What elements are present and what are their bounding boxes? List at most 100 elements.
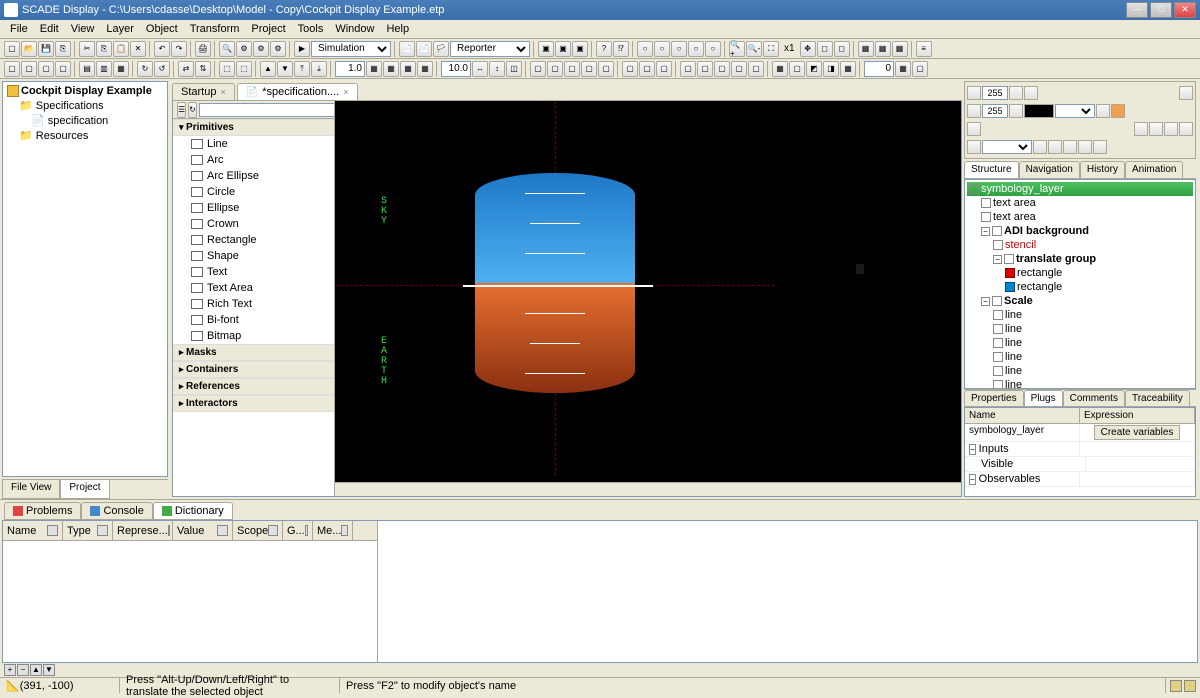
minimize-button[interactable]: — [1126,2,1148,18]
menu-object[interactable]: Object [140,21,184,37]
tb-grid-on-icon[interactable]: ▦ [895,61,911,77]
prim-group-masks[interactable]: Masks [173,344,334,361]
struct-line[interactable]: line [991,378,1193,389]
r-value[interactable] [982,86,1008,100]
project-tree[interactable]: Cockpit Display Example 📁 Specifications… [2,81,168,477]
struct-adi-background[interactable]: −ADI background [979,224,1193,238]
prim-text-area[interactable]: Text Area [173,280,334,296]
expand-icon[interactable]: − [981,297,990,306]
prim-shape[interactable]: Shape [173,248,334,264]
tb-sel-none-icon[interactable]: ▢ [789,61,805,77]
prim-bitmap[interactable]: Bitmap [173,328,334,344]
tb-rot2-icon[interactable]: ↺ [154,61,170,77]
expand-icon[interactable]: − [981,227,990,236]
tab-comments[interactable]: Comments [1063,390,1125,406]
tb-snap2-icon[interactable]: ▦ [383,61,399,77]
tb-misc5-icon[interactable]: ▢ [598,61,614,77]
prim-bi-font[interactable]: Bi-font [173,312,334,328]
filter-icon[interactable] [268,525,278,536]
tb-ungroup-icon[interactable]: ⬚ [236,61,252,77]
struct-rectangle[interactable]: rectangle [1003,266,1193,280]
line-tool-icon[interactable] [967,104,981,118]
status-icon-2[interactable] [1184,680,1196,692]
tb-win2-icon[interactable]: ▣ [555,41,571,57]
tb-snap1-icon[interactable]: ▦ [366,61,382,77]
struct-scale[interactable]: −Scale [979,294,1193,308]
add-button[interactable]: + [4,664,16,676]
tb-flip2-icon[interactable]: ⇅ [195,61,211,77]
tb-win1-icon[interactable]: ▣ [538,41,554,57]
tb-misc2-icon[interactable]: ▢ [547,61,563,77]
struct-symbology_layer[interactable]: symbology_layer [967,182,1193,196]
tree-root[interactable]: Cockpit Display Example [5,84,165,98]
canvas[interactable]: S K Y E A R T H [335,101,961,482]
tb-reporter-flag-icon[interactable]: 🏳 [433,41,449,57]
tb-zoomout-icon[interactable]: 🔍- [746,41,762,57]
tb-grid2-icon[interactable]: ▦ [875,41,891,57]
dict-col-name[interactable]: Name [3,521,63,540]
close-button[interactable]: ✕ [1174,2,1196,18]
fill-tool-icon[interactable] [967,122,981,136]
bold-icon[interactable] [1033,140,1047,154]
tb-delete-icon[interactable]: ✕ [130,41,146,57]
adi-instrument[interactable] [475,173,635,393]
tb-run-icon[interactable]: ▶ [294,41,310,57]
grid-input[interactable] [864,61,894,77]
tab-problems[interactable]: Problems [4,502,81,520]
fill-a-icon[interactable] [1134,122,1148,136]
tb-pan-icon[interactable]: ✥ [800,41,816,57]
color-tool2-icon[interactable] [1009,86,1023,100]
struct-stencil[interactable]: stencil [991,238,1193,252]
dict-col-value[interactable]: Value [173,521,233,540]
tb-misc3-icon[interactable]: ▢ [564,61,580,77]
prop-root[interactable]: symbology_layer [965,424,1080,441]
prim-line[interactable]: Line [173,136,334,152]
tb-sel2-icon[interactable]: ◻ [834,41,850,57]
prim-arc-ellipse[interactable]: Arc Ellipse [173,168,334,184]
tab-history[interactable]: History [1080,161,1125,178]
tb-obj3-icon[interactable]: ▢ [38,61,54,77]
prop-inputs[interactable]: −Inputs [965,442,1080,456]
tb-sel-inv-icon[interactable]: ◩ [806,61,822,77]
struct-text-area[interactable]: text area [979,196,1193,210]
g-value[interactable] [982,104,1008,118]
line-tool2-icon[interactable] [1009,104,1023,118]
tab-navigation[interactable]: Navigation [1019,161,1080,178]
filter-icon[interactable] [97,525,108,536]
tb-find-icon[interactable]: 🔍 [219,41,235,57]
tb-report2-icon[interactable]: 📄 [416,41,432,57]
tb-grid1-icon[interactable]: ▦ [858,41,874,57]
tb-flip1-icon[interactable]: ⇄ [178,61,194,77]
close-tab-icon[interactable]: × [220,87,225,97]
tb-misc12-icon[interactable]: ▢ [731,61,747,77]
tb-tool2-icon[interactable]: ⚙ [253,41,269,57]
tb-align3-icon[interactable]: ▦ [113,61,129,77]
menu-file[interactable]: File [4,21,34,37]
align-c-icon[interactable] [1078,140,1092,154]
tb-misc7-icon[interactable]: ▢ [639,61,655,77]
dict-col-scope[interactable]: Scope [233,521,283,540]
align-l-icon[interactable] [1063,140,1077,154]
swatch-icon[interactable] [1024,86,1038,100]
tb-layer-icon[interactable]: ≡ [916,41,932,57]
tab-plugs[interactable]: Plugs [1024,390,1063,406]
tb-undo-icon[interactable]: ↶ [154,41,170,57]
tb-dim3-icon[interactable]: ◫ [506,61,522,77]
text-tool-icon[interactable] [967,140,981,154]
tb-sel-x-icon[interactable]: ▦ [840,61,856,77]
prop-col-expression[interactable]: Expression [1080,408,1195,423]
color-end-icon[interactable] [1179,86,1193,100]
prim-crown[interactable]: Crown [173,216,334,232]
tb-obj2-icon[interactable]: ▢ [21,61,37,77]
reporter-combo[interactable]: Reporter [450,41,530,57]
remove-button[interactable]: − [17,664,29,676]
tab-project[interactable]: Project [60,480,109,499]
tb-sel-all-icon[interactable]: ▦ [772,61,788,77]
tb-misc6-icon[interactable]: ▢ [622,61,638,77]
tree-specification-file[interactable]: 📄 specification [5,113,165,128]
dict-col-g[interactable]: G... [283,521,313,540]
menu-layer[interactable]: Layer [100,21,140,37]
tb-dim2-icon[interactable]: ↕ [489,61,505,77]
prim-group-containers[interactable]: Containers [173,361,334,378]
dict-col-represe[interactable]: Represe... [113,521,173,540]
